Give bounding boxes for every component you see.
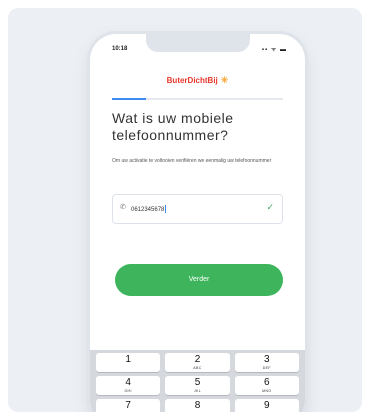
preview-card: 10:18 ▪▪ ᯤ ▬ ButerDichtBij ✳ Wat is uw mo… — [8, 8, 362, 412]
brand-logo-icon: ✳ — [220, 75, 229, 85]
keypad-key-1[interactable]: 1 — [96, 353, 161, 372]
key-digit: 5 — [194, 377, 201, 388]
phone-mockup: 10:18 ▪▪ ᯤ ▬ ButerDichtBij ✳ Wat is uw mo… — [90, 34, 305, 412]
phone-number-input[interactable]: 0612345678 — [131, 205, 167, 213]
phone-number-value: 0612345678 — [131, 207, 165, 213]
key-letters: GHI — [124, 389, 132, 393]
keypad-key-3[interactable]: 3 DEF — [234, 353, 299, 372]
phone-notch — [146, 34, 250, 52]
status-time: 10:18 — [112, 46, 128, 52]
phone-number-field[interactable]: ✆ 0612345678 ✓ — [112, 194, 283, 224]
key-letters: ABC — [193, 366, 202, 370]
key-letters: DEF — [262, 366, 271, 370]
keypad-key-5[interactable]: 5 JKL — [165, 376, 230, 395]
key-digit: 1 — [125, 354, 131, 365]
check-icon: ✓ — [266, 202, 274, 212]
key-digit: 7 — [125, 400, 131, 411]
keypad-key-9[interactable]: 9WXYZ — [234, 399, 299, 412]
brand-name: ButerDichtBij — [166, 76, 218, 85]
next-button[interactable]: Verder — [115, 264, 283, 296]
brand-header: ButerDichtBij ✳ — [90, 75, 305, 86]
key-digit: 6 — [264, 377, 270, 388]
numeric-keypad: 12ABC3DEF4GHI5JKL6MNO7PQRS8TUV9WXYZ0⌫ — [90, 350, 305, 412]
key-letters: JKL — [193, 389, 202, 393]
progress-fill — [112, 98, 147, 100]
keypad-key-4[interactable]: 4 GHI — [96, 376, 161, 395]
key-digit: 4 — [125, 377, 131, 388]
keypad-grid: 12ABC3DEF4GHI5JKL6MNO7PQRS8TUV9WXYZ0⌫ — [96, 353, 299, 412]
status-icons: ▪▪ ᯤ ▬ — [261, 47, 287, 53]
progress-bar — [112, 98, 283, 100]
keypad-key-6[interactable]: 6 MNO — [234, 376, 299, 395]
key-digit: 2 — [194, 354, 201, 365]
keypad-key-7[interactable]: 7PQRS — [96, 399, 161, 412]
key-letters: MNO — [262, 389, 272, 393]
key-digit: 9 — [264, 400, 270, 411]
key-digit: 8 — [194, 400, 201, 411]
keypad-key-2[interactable]: 2 ABC — [165, 353, 230, 372]
page-subtitle: Om uw activatie te voltooien verifiëren … — [112, 158, 272, 164]
text-cursor — [165, 205, 167, 213]
key-digit: 3 — [264, 354, 270, 365]
phone-icon: ✆ — [120, 204, 126, 211]
page-title: Wat is uw mobiele telefoonnummer? — [112, 110, 234, 143]
keypad-key-8[interactable]: 8TUV — [165, 399, 230, 412]
